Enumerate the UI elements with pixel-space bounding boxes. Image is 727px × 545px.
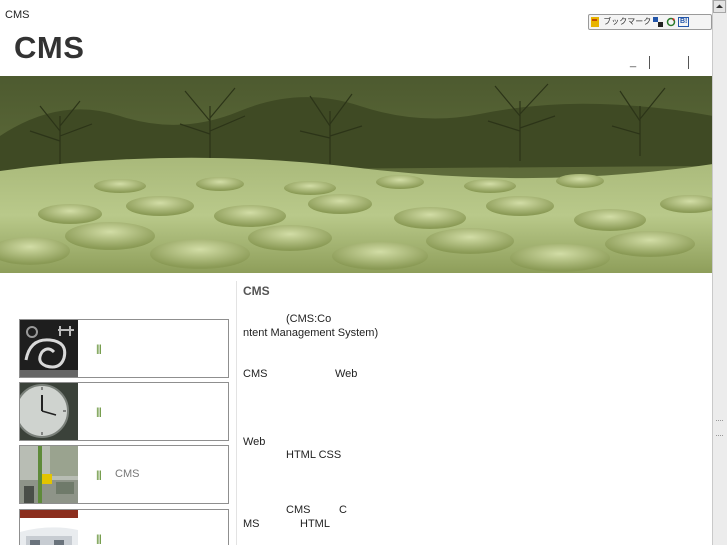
sidebar-card[interactable]: |||	[19, 382, 229, 441]
sidebar-card[interactable]: |||	[19, 319, 229, 378]
sidebar-card[interactable]: |||	[19, 509, 229, 545]
ornament-thumbnail	[20, 320, 78, 377]
content-heading: CMS	[243, 284, 270, 298]
sidebar-card-text[interactable]: CMS	[115, 468, 139, 480]
content-text: HTML	[300, 518, 330, 530]
content-text: HTML CSS	[286, 449, 342, 461]
snow-roof-thumbnail	[20, 510, 78, 545]
vertical-scrollbar[interactable]	[712, 0, 727, 545]
content-text: CMS	[243, 368, 268, 380]
site-title[interactable]: CMS	[14, 30, 84, 66]
chevron-up-icon	[716, 4, 723, 8]
site-label: CMS	[5, 9, 30, 21]
content-text: ntent Management System)	[243, 327, 379, 339]
refresh-icon[interactable]	[666, 17, 676, 27]
content-text: (CMS:Co	[286, 313, 332, 325]
content-text: MS	[243, 518, 260, 530]
clock-thumbnail	[20, 383, 78, 440]
page: CMS CMS ブックマーク B! _ ||| ||| ||| CMS ||| …	[0, 0, 713, 545]
header-nav-item[interactable]: _	[630, 56, 636, 68]
content-text: C	[339, 504, 347, 516]
hatena-bookmark-badge[interactable]: B!	[677, 16, 690, 27]
header-nav-divider	[649, 56, 650, 69]
sidebar-card-bars: |||	[96, 470, 102, 481]
sidebar-card-bars: |||	[96, 407, 102, 418]
sidebar-card-bars: |||	[96, 534, 102, 545]
sidebar-card[interactable]: ||| CMS	[19, 445, 229, 504]
scroll-up-button[interactable]	[713, 0, 726, 13]
bookmark-label[interactable]: ブックマーク	[603, 17, 651, 26]
sidebar-card-bars: |||	[96, 344, 102, 355]
content-divider	[236, 281, 237, 545]
content-text: Web	[243, 436, 266, 448]
bookmark-icon[interactable]	[589, 16, 601, 28]
content-text: CMS	[286, 504, 311, 516]
header-nav-divider	[688, 56, 689, 69]
bookmark-toolbar[interactable]: ブックマーク B!	[588, 14, 712, 30]
street-pole-thumbnail	[20, 446, 78, 503]
share-icon[interactable]	[653, 16, 664, 27]
hero-banner	[0, 76, 713, 273]
scrollbar-grip[interactable]	[716, 420, 723, 436]
content-text: Web	[335, 368, 358, 380]
